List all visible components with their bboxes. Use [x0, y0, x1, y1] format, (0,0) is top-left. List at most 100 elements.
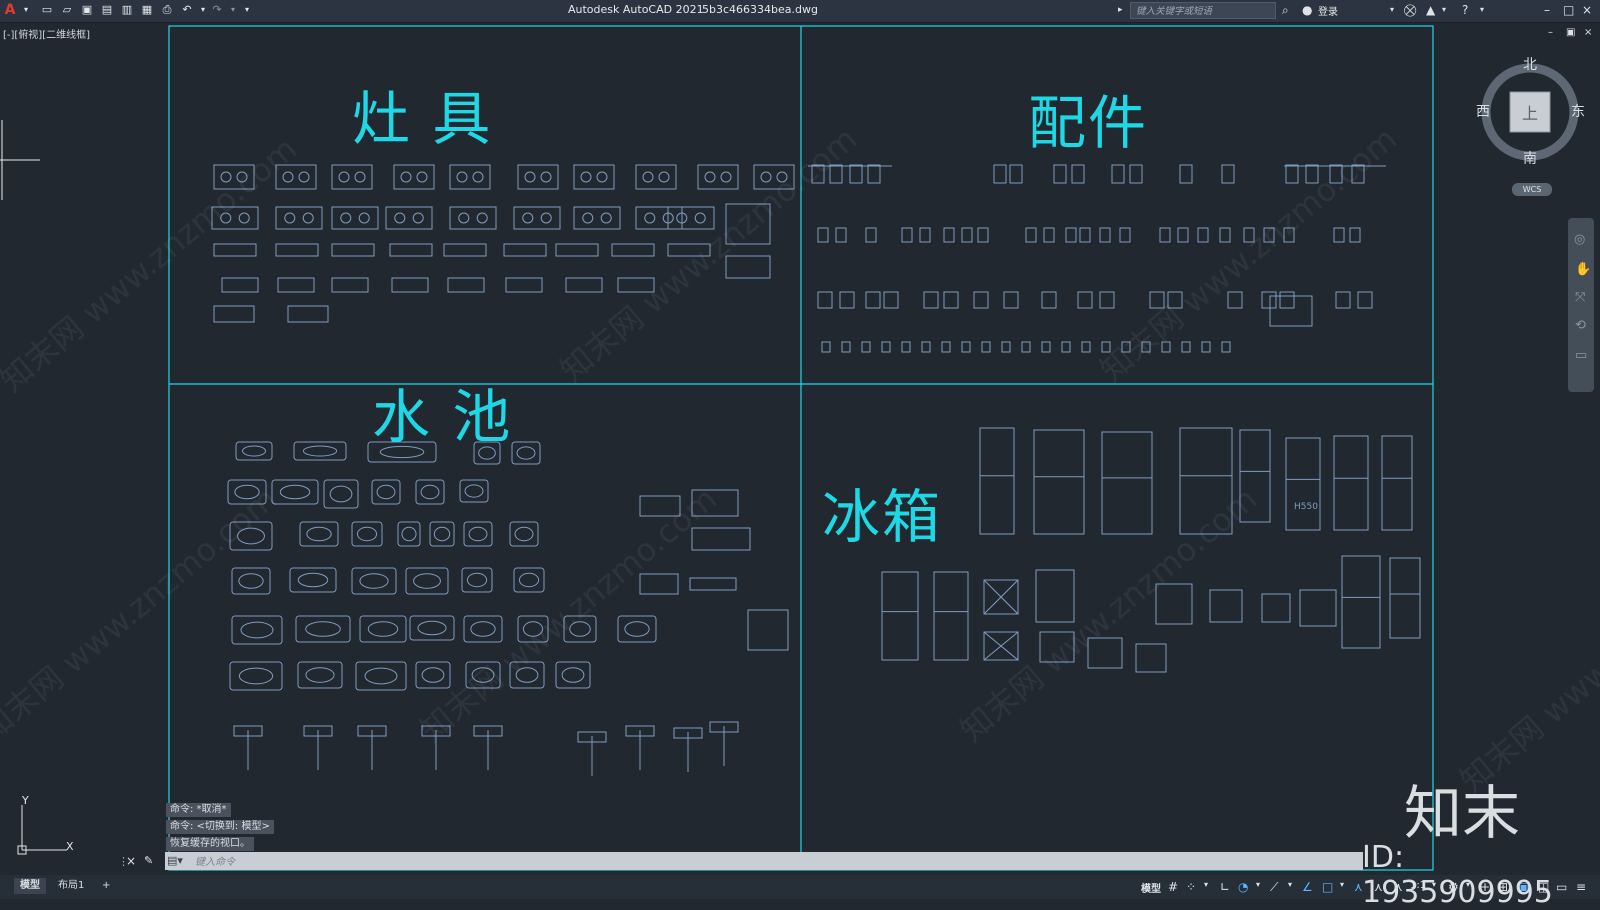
- accessory-block: [1261, 291, 1277, 309]
- command-customize-icon[interactable]: ✎: [144, 854, 153, 867]
- sink-block: [355, 661, 407, 691]
- object-snap-tracking-icon[interactable]: ∠: [1302, 880, 1313, 894]
- object-snap-icon[interactable]: □: [1322, 880, 1333, 894]
- stove-burner: [472, 171, 484, 183]
- stove-block: [213, 243, 257, 257]
- stove-block: [449, 206, 497, 230]
- fridge-block: [1209, 589, 1243, 623]
- accessory-block: [1025, 227, 1037, 243]
- ucs-y-label: Y: [22, 794, 29, 807]
- polar-tracking-icon[interactable]: ◔: [1238, 880, 1248, 894]
- stove-burner: [302, 212, 314, 224]
- sink-block: [429, 521, 455, 547]
- object-snap-dropdown-icon[interactable]: ▾: [1340, 880, 1344, 889]
- ortho-icon[interactable]: ∟: [1220, 880, 1230, 894]
- stove-burner: [596, 171, 608, 183]
- command-history-line: 恢复缓存的视口。: [166, 837, 254, 851]
- snap-dropdown-icon[interactable]: ▾: [1204, 880, 1208, 889]
- accessory-block: [821, 341, 831, 353]
- accessory-block: [981, 341, 991, 353]
- orbit-icon[interactable]: ⟲: [1575, 318, 1586, 333]
- add-layout-button[interactable]: +: [96, 878, 116, 894]
- accessory-block: [1041, 291, 1057, 309]
- stove-burner: [456, 171, 468, 183]
- zoom-extents-icon[interactable]: ⤧: [1575, 290, 1585, 305]
- fridge-block: [933, 571, 969, 661]
- wcs-menu-button[interactable]: WCS: [1512, 183, 1552, 196]
- command-history-line: 命令: *取消*: [166, 803, 231, 817]
- accessory-block: [835, 227, 847, 243]
- stove-burner: [704, 171, 716, 183]
- sink-basin: [514, 526, 534, 542]
- stove-block: [443, 243, 487, 257]
- stove-block: [697, 164, 739, 190]
- sink-block: [297, 661, 343, 689]
- sink-basin: [421, 667, 445, 683]
- stove-block: [505, 277, 543, 293]
- stove-block: [389, 243, 433, 257]
- sink-basin: [413, 573, 441, 589]
- command-line-bar[interactable]: [165, 852, 1363, 870]
- sink-basin: [376, 484, 396, 500]
- compass-east[interactable]: 东: [1571, 101, 1585, 121]
- sink-block: [351, 521, 383, 547]
- command-close-icon[interactable]: ×: [126, 854, 136, 868]
- accessory-block: [1077, 291, 1093, 309]
- grid-icon[interactable]: #: [1168, 880, 1178, 894]
- sink-block: [463, 615, 503, 643]
- sink-block: [397, 521, 421, 547]
- tab-layout1[interactable]: 布局1: [52, 878, 90, 894]
- accessory-block: [1043, 227, 1055, 243]
- accessory-block: [1349, 227, 1361, 243]
- fridge-block: [1101, 431, 1153, 535]
- accessory-block: [901, 341, 911, 353]
- accessory-block: [1221, 341, 1231, 353]
- navigation-bar[interactable]: ◎ ✋ ⤧ ⟲ ▭: [1568, 218, 1594, 392]
- stove-block: [275, 206, 323, 230]
- steering-wheel-icon[interactable]: ◎: [1574, 232, 1585, 247]
- stove-block: [287, 305, 329, 323]
- stove-block: [391, 277, 429, 293]
- accessory-block: [923, 291, 939, 309]
- accessory-block: [817, 291, 833, 309]
- sink-basin: [279, 484, 311, 500]
- accessory-block: [1099, 291, 1115, 309]
- fridge-block: [1033, 429, 1085, 535]
- snap-icon[interactable]: ⁘: [1186, 880, 1196, 894]
- isodraft-icon[interactable]: ⟋: [1270, 880, 1278, 895]
- accessory-block: [1279, 291, 1295, 309]
- stove-block: [555, 243, 599, 257]
- sink-block: [463, 521, 493, 547]
- accessory-block: [861, 341, 871, 353]
- accessory-block: [841, 341, 851, 353]
- command-recent-icon[interactable]: ▤▾: [167, 854, 183, 867]
- tab-model[interactable]: 模型: [14, 878, 46, 894]
- viewcube-face-top[interactable]: 上: [1522, 100, 1538, 124]
- showmotion-icon[interactable]: ▭: [1575, 348, 1587, 363]
- sink-basin: [464, 484, 484, 498]
- polar-dropdown-icon[interactable]: ▾: [1256, 880, 1260, 889]
- compass-west[interactable]: 西: [1476, 101, 1490, 121]
- pan-icon[interactable]: ✋: [1575, 262, 1591, 277]
- stove-burner: [476, 212, 488, 224]
- stove-burner: [458, 212, 470, 224]
- sink-basin: [468, 526, 488, 542]
- compass-south[interactable]: 南: [1523, 148, 1537, 168]
- model-space-button[interactable]: 模型: [1141, 880, 1161, 895]
- stove-burner: [644, 212, 656, 224]
- sink-basin: [624, 621, 650, 637]
- stove-burner: [340, 212, 352, 224]
- sink-basin: [518, 572, 540, 588]
- stove-burner: [580, 171, 592, 183]
- stove-burner: [540, 212, 552, 224]
- compass-north[interactable]: 北: [1523, 54, 1537, 74]
- sink-block: [289, 567, 337, 593]
- sink-basin: [238, 573, 264, 589]
- isodraft-dropdown-icon[interactable]: ▾: [1288, 880, 1292, 889]
- command-input[interactable]: 键入命令: [195, 853, 235, 868]
- sink-basin: [420, 484, 440, 500]
- sink-basin: [401, 526, 417, 542]
- accessory-block: [1009, 164, 1023, 184]
- sink-basin: [238, 667, 274, 685]
- stove-burner: [354, 171, 366, 183]
